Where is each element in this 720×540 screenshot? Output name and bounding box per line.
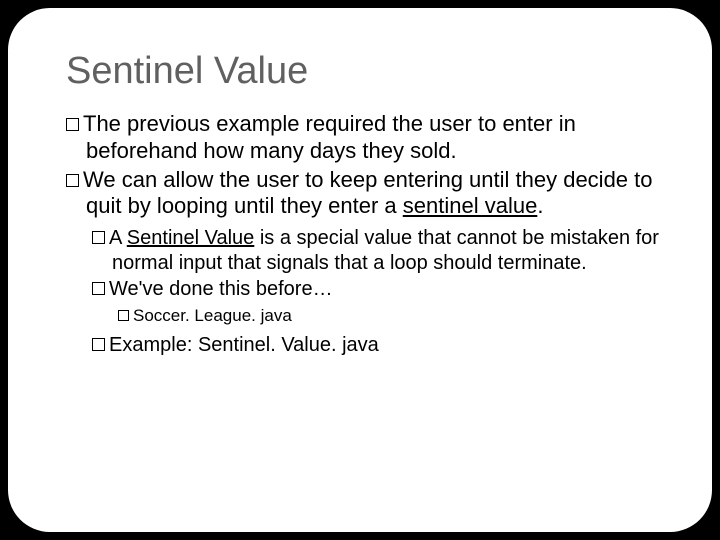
subsub-list: Soccer. League. java [92, 305, 664, 326]
sub-1-underline: Sentinel Value [127, 227, 255, 249]
sub-3: Example: Sentinel. Value. java [92, 333, 664, 357]
sub-1: A Sentinel Value is a special value that… [92, 226, 664, 275]
sub-list: A Sentinel Value is a special value that… [66, 226, 664, 357]
subsub-1-text: Soccer. League. java [133, 306, 292, 325]
bullet-2-text-b: . [537, 193, 543, 218]
sub-1-a: A [109, 227, 127, 249]
bullet-2-underline: sentinel value [403, 193, 538, 218]
sub-2: We've done this before… [92, 277, 664, 301]
slide-title: Sentinel Value [66, 50, 664, 93]
square-bullet-icon [118, 310, 129, 321]
bullet-1: The previous example required the user t… [66, 111, 664, 165]
subsub-1: Soccer. League. java [118, 305, 664, 326]
square-bullet-icon [92, 282, 105, 295]
bullet-2-text-a: We can allow the user to keep entering u… [83, 167, 653, 219]
sub-3-a: Example: [109, 334, 198, 356]
square-bullet-icon [92, 231, 105, 244]
square-bullet-icon [66, 118, 79, 131]
square-bullet-icon [92, 338, 105, 351]
square-bullet-icon [66, 174, 79, 187]
sub-2-text: We've done this before… [109, 278, 333, 300]
sub-3-b: Sentinel. Value. java [198, 334, 379, 356]
bullet-2: We can allow the user to keep entering u… [66, 167, 664, 221]
bullet-1-text: The previous example required the user t… [83, 111, 576, 163]
slide: Sentinel Value The previous example requ… [8, 8, 712, 532]
